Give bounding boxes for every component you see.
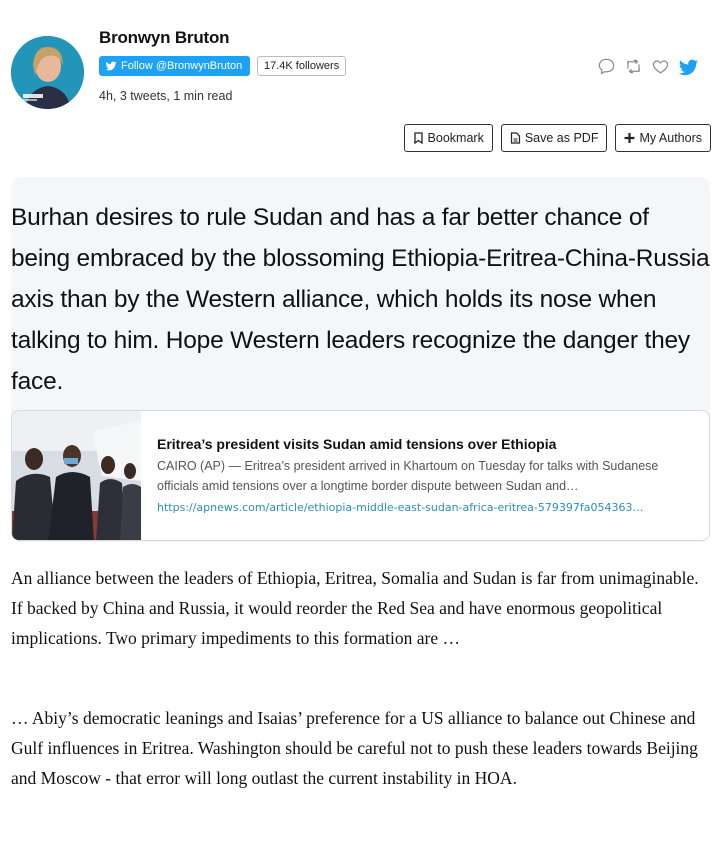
plus-icon xyxy=(625,133,635,143)
card-url[interactable]: https://apnews.com/article/ethiopia-midd… xyxy=(157,501,697,514)
card-description: CAIRO (AP) — Eritrea’s president arrived… xyxy=(157,459,659,493)
my-authors-label: My Authors xyxy=(639,131,702,145)
follow-label: Follow @BronwynBruton xyxy=(121,60,243,72)
tweet-text: Burhan desires to rule Sudan and has a f… xyxy=(11,204,710,395)
thread-paragraph-1: An alliance between the leaders of Ethio… xyxy=(11,568,699,648)
thread-paragraph-2: … Abiy’s democratic leanings and Isaias’… xyxy=(11,708,698,788)
reader-toolbar: Bookmark Save as PDF My Authors xyxy=(403,124,711,152)
bookmark-label: Bookmark xyxy=(427,131,484,145)
author-name[interactable]: Bronwyn Bruton xyxy=(99,28,230,48)
link-preview-card[interactable]: Eritrea’s president visits Sudan amid te… xyxy=(11,410,710,541)
retweet-icon[interactable] xyxy=(624,57,643,76)
card-title[interactable]: Eritrea’s president visits Sudan amid te… xyxy=(157,436,556,452)
speech-bubble-icon[interactable] xyxy=(597,57,616,76)
pdf-file-icon xyxy=(510,132,520,144)
my-authors-button[interactable]: My Authors xyxy=(615,124,711,152)
author-avatar[interactable] xyxy=(11,36,84,109)
save-pdf-button[interactable]: Save as PDF xyxy=(500,124,608,152)
twitter-bird-icon xyxy=(105,61,117,71)
tweet-actions xyxy=(597,57,699,76)
bookmark-icon xyxy=(413,132,423,144)
heart-icon[interactable] xyxy=(651,57,670,76)
thread-meta: 4h, 3 tweets, 1 min read xyxy=(99,89,233,103)
save-pdf-label: Save as PDF xyxy=(524,131,599,145)
follow-button[interactable]: Follow @BronwynBruton xyxy=(99,56,251,76)
bookmark-button[interactable]: Bookmark xyxy=(403,124,493,152)
card-thumbnail xyxy=(12,411,141,540)
followers-count: 17.4K followers xyxy=(257,56,347,76)
twitter-bird-icon[interactable] xyxy=(678,57,699,76)
